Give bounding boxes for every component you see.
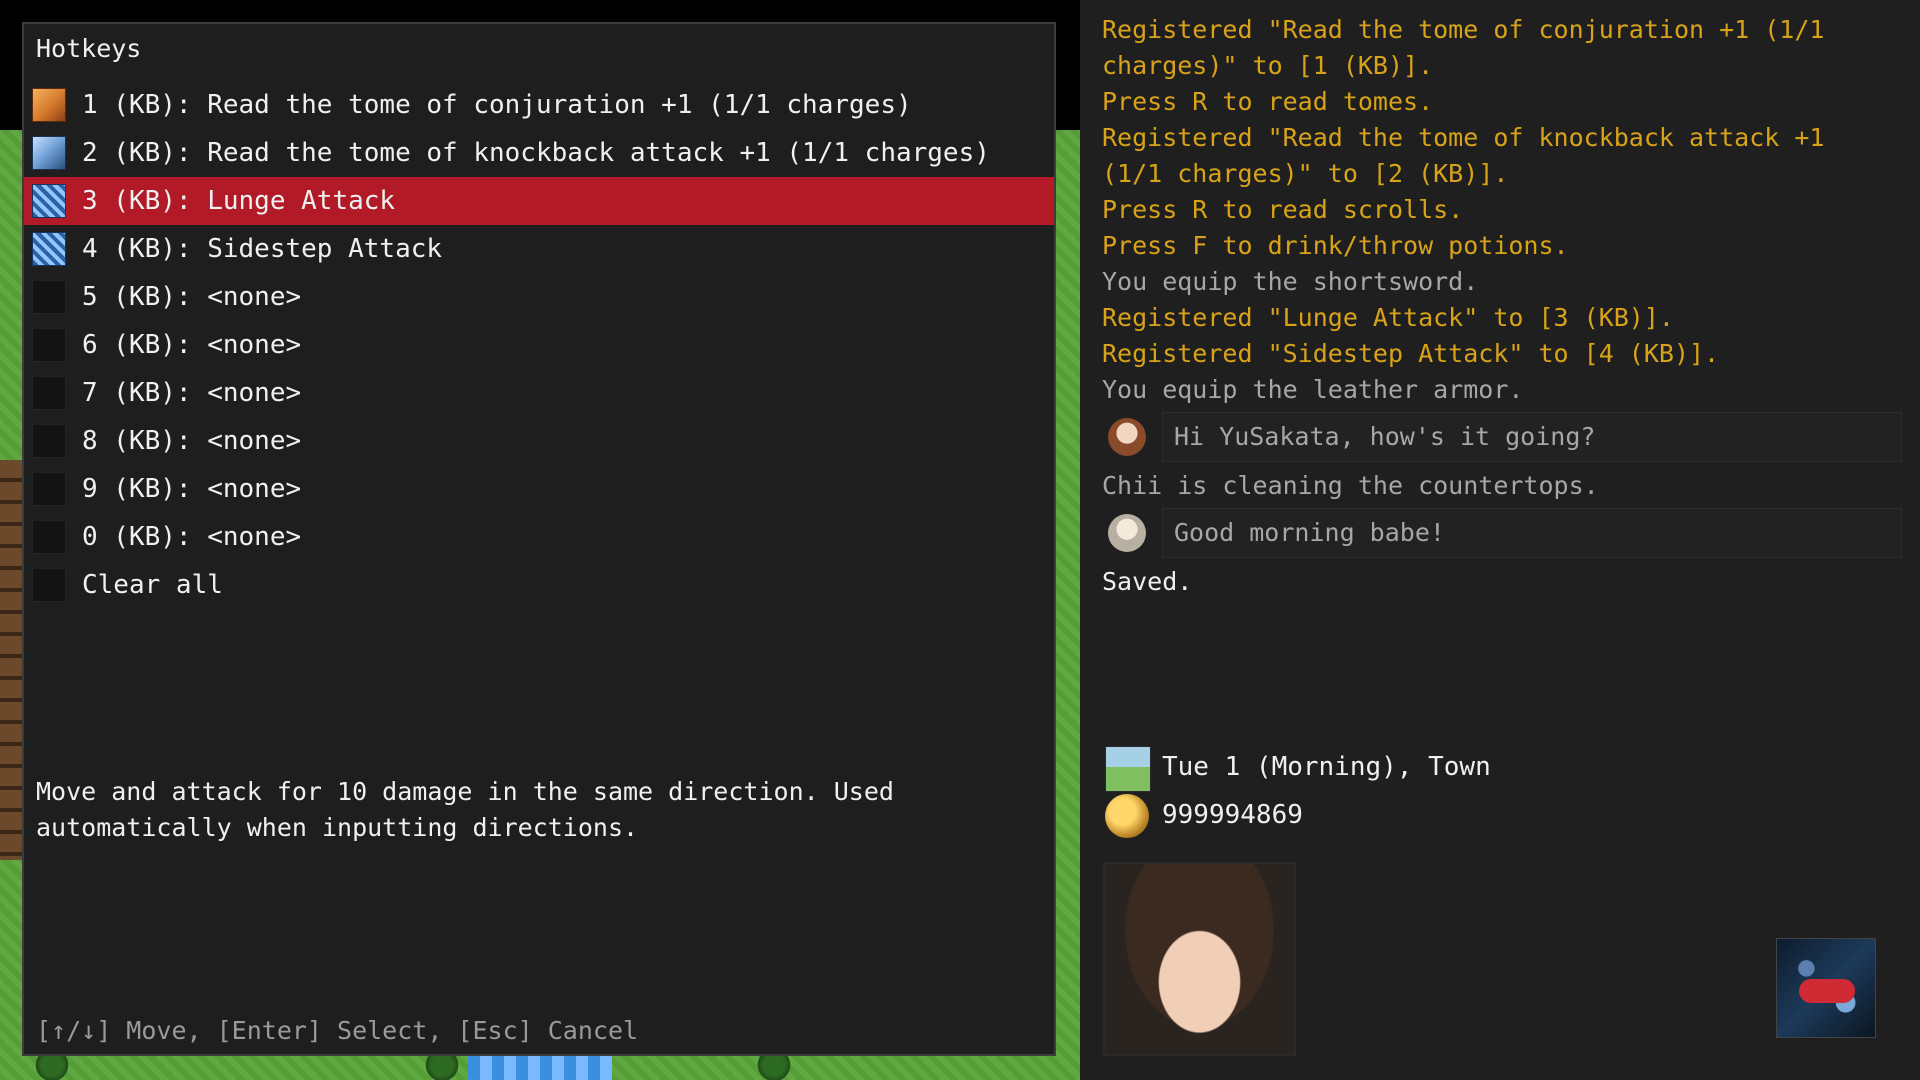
- hotkey-item-5[interactable]: 5 (KB): <none>: [24, 273, 1054, 321]
- hotkey-item-3[interactable]: 3 (KB): Lunge Attack: [24, 177, 1054, 225]
- hotkey-item-6[interactable]: 6 (KB): <none>: [24, 321, 1054, 369]
- log-line: Chii is cleaning the countertops.: [1102, 471, 1599, 500]
- gold-amount: 999994869: [1162, 800, 1303, 830]
- date-location: Tue 1 (Morning), Town: [1162, 752, 1491, 782]
- hotkey-item-9[interactable]: 9 (KB): <none>: [24, 465, 1054, 513]
- hotkey-label: 9 (KB): <none>: [82, 474, 302, 504]
- log-line: (1/1 charges)" to [2 (KB)].: [1102, 159, 1509, 188]
- hotkey-label: 7 (KB): <none>: [82, 378, 302, 408]
- empty-slot-icon: [32, 520, 66, 554]
- water-tiles: [468, 1055, 612, 1080]
- empty-slot-icon: [32, 472, 66, 506]
- gamepad-shape: [1799, 979, 1855, 1003]
- tome-of-conjuration-icon: [32, 88, 66, 122]
- empty-slot-icon: [32, 328, 66, 362]
- log-line: Registered "Read the tome of knockback a…: [1102, 123, 1825, 152]
- tree-tile: [420, 1055, 464, 1080]
- hotkey-label: 3 (KB): Lunge Attack: [82, 186, 396, 216]
- hotkey-label: 1 (KB): Read the tome of conjuration +1 …: [82, 90, 912, 120]
- log-line: Saved.: [1102, 567, 1193, 596]
- empty-slot-icon: [32, 568, 66, 602]
- sidestep-attack-icon: [32, 232, 66, 266]
- chat-message: Good morning babe!: [1102, 508, 1902, 558]
- key-help: [↑/↓] Move, [Enter] Select, [Esc] Cancel: [36, 1016, 639, 1045]
- hotkeys-window: Hotkeys 1 (KB): Read the tome of conjura…: [22, 22, 1056, 1056]
- npc-avatar-icon: [1108, 418, 1146, 456]
- hotkey-item-2[interactable]: 2 (KB): Read the tome of knockback attac…: [24, 129, 1054, 177]
- hotkey-label: 8 (KB): <none>: [82, 426, 302, 456]
- log-line: Press F to drink/throw potions.: [1102, 231, 1569, 260]
- skill-description-line: Move and attack for 10 damage in the sam…: [36, 777, 894, 806]
- chat-message: Hi YuSakata, how's it going?: [1102, 412, 1902, 462]
- log-line: Registered "Read the tome of conjuration…: [1102, 15, 1825, 44]
- log-line: Registered "Lunge Attack" to [3 (KB)].: [1102, 303, 1674, 332]
- log-line: charges)" to [1 (KB)].: [1102, 51, 1434, 80]
- log-line: You equip the shortsword.: [1102, 267, 1479, 296]
- hotkey-list: 1 (KB): Read the tome of conjuration +1 …: [24, 81, 1054, 609]
- skill-description-line: automatically when inputting directions.: [36, 813, 639, 842]
- hotkey-item-1[interactable]: 1 (KB): Read the tome of conjuration +1 …: [24, 81, 1054, 129]
- log-line: Registered "Sidestep Attack" to [4 (KB)]…: [1102, 339, 1720, 368]
- skill-description: Move and attack for 10 damage in the sam…: [36, 774, 1036, 846]
- lunge-attack-icon: [32, 184, 66, 218]
- log-line: You equip the leather armor.: [1102, 375, 1524, 404]
- hotkey-item-4[interactable]: 4 (KB): Sidestep Attack: [24, 225, 1054, 273]
- hotkey-item-8[interactable]: 8 (KB): <none>: [24, 417, 1054, 465]
- clear-all-item[interactable]: Clear all: [24, 561, 1054, 609]
- hotkey-label: Clear all: [82, 570, 223, 600]
- hotkey-label: 0 (KB): <none>: [82, 522, 302, 552]
- chat-text: Good morning babe!: [1174, 518, 1445, 547]
- npc-avatar-icon: [1108, 514, 1146, 552]
- gamepad-icon[interactable]: [1776, 938, 1876, 1038]
- empty-slot-icon: [32, 280, 66, 314]
- hotkey-item-0[interactable]: 0 (KB): <none>: [24, 513, 1054, 561]
- log-line: Press R to read scrolls.: [1102, 195, 1464, 224]
- hotkey-label: 5 (KB): <none>: [82, 282, 302, 312]
- day-landscape-icon: [1105, 746, 1151, 792]
- empty-slot-icon: [32, 424, 66, 458]
- chat-text: Hi YuSakata, how's it going?: [1174, 422, 1596, 451]
- log-line: Press R to read tomes.: [1102, 87, 1434, 116]
- tree-tile: [30, 1055, 74, 1080]
- tome-of-knockback-icon: [32, 136, 66, 170]
- gold-coins-icon: [1105, 794, 1149, 838]
- hotkey-label: 6 (KB): <none>: [82, 330, 302, 360]
- empty-slot-icon: [32, 376, 66, 410]
- wooden-wall: [0, 460, 24, 860]
- tree-tile: [752, 1055, 796, 1080]
- hotkey-item-7[interactable]: 7 (KB): <none>: [24, 369, 1054, 417]
- hotkeys-title: Hotkeys: [36, 34, 142, 63]
- hotkey-label: 2 (KB): Read the tome of knockback attac…: [82, 138, 990, 168]
- hotkey-label: 4 (KB): Sidestep Attack: [82, 234, 443, 264]
- player-portrait: [1103, 862, 1296, 1056]
